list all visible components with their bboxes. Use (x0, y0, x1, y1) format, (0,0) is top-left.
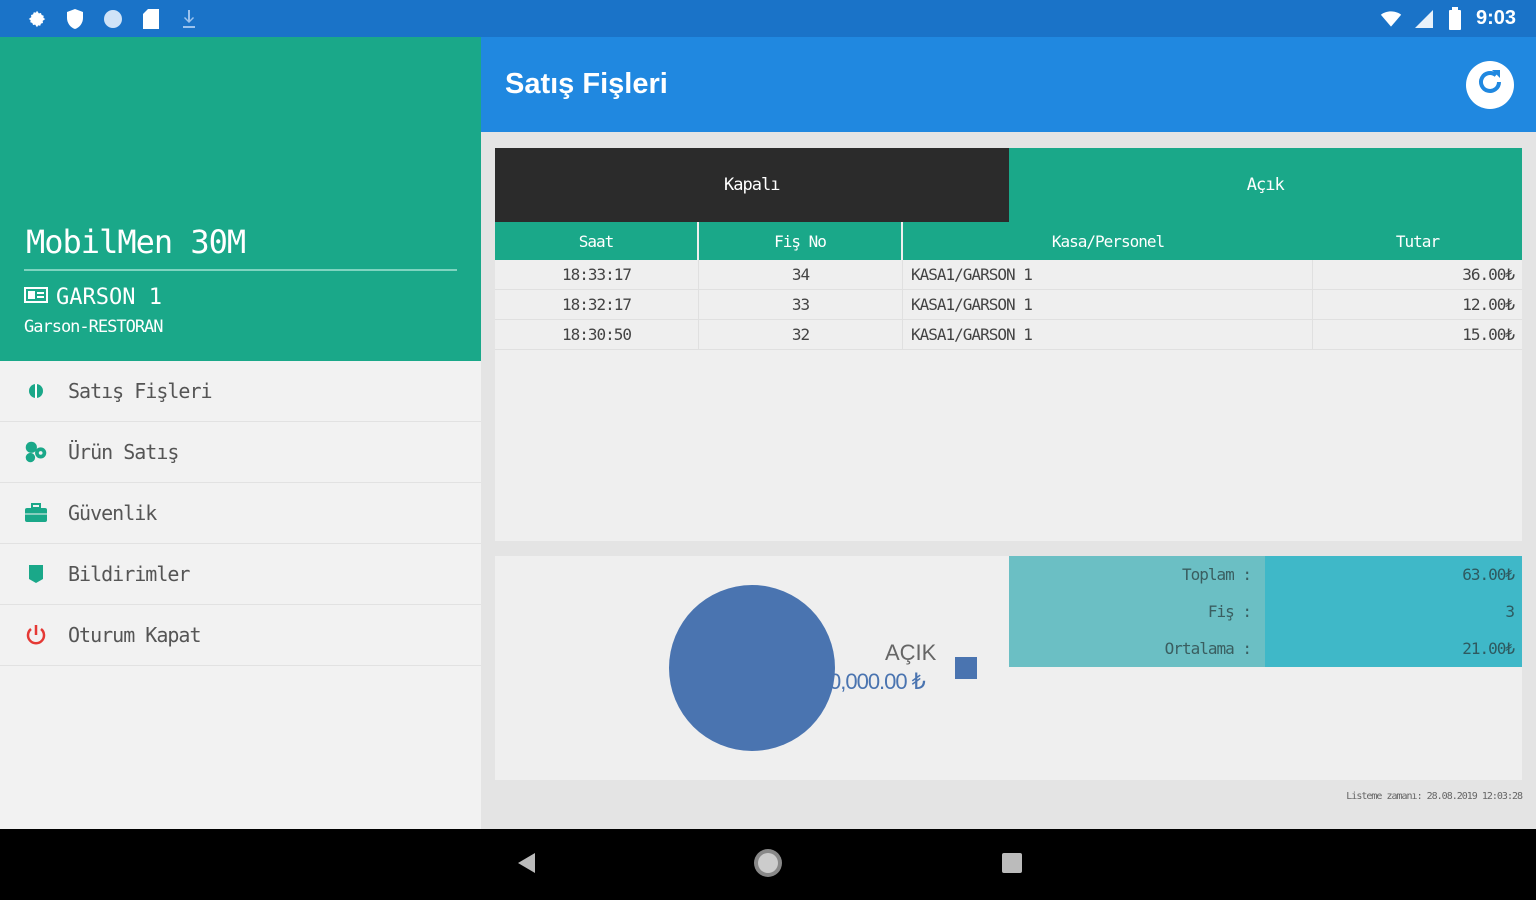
power-icon (22, 621, 50, 649)
stat-row-toplam: Toplam : 63.00₺ (1009, 556, 1522, 593)
wifi-icon (1380, 8, 1402, 30)
page-title: Satış Fişleri (505, 68, 668, 100)
home-icon (752, 847, 784, 884)
summary-card: AÇIK 0,000.00 ₺ Toplam : 63.00₺ Fiş : 3 … (495, 556, 1522, 780)
tabs: Kapalı Açık (495, 148, 1522, 222)
app-bar: Satış Fişleri (481, 37, 1536, 132)
receipts-card: Kapalı Açık Saat Fiş No Kasa/Personel Tu… (495, 148, 1522, 541)
circle-icon (102, 8, 124, 30)
battery-icon (1444, 6, 1466, 30)
stat-label: Ortalama : (1009, 630, 1265, 667)
column-header-tutar[interactable]: Tutar (1313, 222, 1522, 260)
table-header: Saat Fiş No Kasa/Personel Tutar (495, 222, 1522, 260)
cell-tutar: 15.00₺ (1462, 325, 1515, 344)
recents-icon (1001, 852, 1023, 879)
stat-value: 21.00₺ (1265, 630, 1522, 667)
cell-tutar: 36.00₺ (1462, 265, 1515, 284)
home-button[interactable] (752, 847, 784, 884)
drawer-header: MobilMen 30M GARSON 1 Garson-RESTORAN (0, 37, 481, 361)
menu-label: Satış Fişleri (68, 379, 213, 403)
column-header-fis-no[interactable]: Fiş No (699, 222, 903, 260)
list-timestamp: Listeme zamanı: 28.08.2019 12:03:28 (1346, 791, 1523, 802)
user-name: GARSON 1 (56, 285, 162, 310)
status-bar: 9:03 (0, 0, 1536, 37)
legend-label: AÇIK (885, 640, 937, 665)
cell-tutar: 12.00₺ (1462, 295, 1515, 314)
stats-table: Toplam : 63.00₺ Fiş : 3 Ortalama : 21.00… (1009, 556, 1522, 667)
menu-label: Ürün Satış (68, 440, 179, 464)
id-card-icon (24, 285, 48, 310)
cell-fis-no: 34 (699, 260, 903, 289)
cell-saat: 18:33:17 (495, 260, 699, 289)
briefcase-icon (22, 499, 50, 527)
cell-saat: 18:30:50 (495, 320, 699, 349)
stat-label: Fiş : (1009, 593, 1265, 630)
shield-icon (64, 8, 86, 30)
menu-label: Bildirimler (68, 562, 190, 586)
menu-item-guvenlik[interactable]: Güvenlik (0, 483, 481, 544)
legend-value: 0,000.00 ₺ (829, 669, 926, 694)
cell-kasa-personel: KASA1/GARSON 1 (903, 320, 1313, 349)
menu-item-urun-satis[interactable]: Ürün Satış (0, 422, 481, 483)
legend-swatch (955, 657, 977, 679)
menu-item-bildirimler[interactable]: Bildirimler (0, 544, 481, 605)
column-header-saat[interactable]: Saat (495, 222, 699, 260)
stat-row-ortalama: Ortalama : 21.00₺ (1009, 630, 1522, 667)
stat-value: 3 (1265, 593, 1522, 630)
recents-button[interactable] (996, 849, 1028, 881)
pie-slice-acik[interactable] (669, 585, 835, 751)
navigation-drawer: MobilMen 30M GARSON 1 Garson-RESTORAN Sa… (0, 37, 481, 829)
stat-label: Toplam : (1009, 556, 1265, 593)
download-icon (178, 8, 200, 30)
sd-card-icon (140, 8, 162, 30)
status-icons-left (26, 8, 200, 30)
table-row[interactable]: 18:33:17 34 KASA1/GARSON 1 36.00₺ (495, 260, 1522, 290)
notification-icon (22, 560, 50, 588)
menu-label: Oturum Kapat (68, 623, 201, 647)
cell-kasa-personel: KASA1/GARSON 1 (903, 260, 1313, 289)
table-row[interactable]: 18:32:17 33 KASA1/GARSON 1 12.00₺ (495, 290, 1522, 320)
app-name: MobilMen 30M (26, 223, 246, 261)
clock: 9:03 (1475, 7, 1516, 29)
status-icons-right: 9:03 (1380, 6, 1516, 30)
cell-fis-no: 32 (699, 320, 903, 349)
stat-value: 63.00₺ (1265, 556, 1522, 593)
stat-row-fis: Fiş : 3 (1009, 593, 1522, 630)
system-nav-bar (0, 829, 1536, 900)
header-divider (24, 269, 457, 271)
pie-chart-svg (669, 585, 835, 751)
drawer-menu: Satış Fişleri Ürün Satış Güvenlik Bildir… (0, 361, 481, 666)
menu-label: Güvenlik (68, 501, 157, 525)
main-content: Satış Fişleri Kapalı Açık Saat Fiş No Ka… (481, 37, 1536, 829)
back-icon (515, 851, 537, 880)
menu-item-satis-fisleri[interactable]: Satış Fişleri (0, 361, 481, 422)
back-button[interactable] (510, 849, 542, 881)
cell-saat: 18:32:17 (495, 290, 699, 319)
refresh-icon (1472, 64, 1508, 105)
column-header-kasa-personel[interactable]: Kasa/Personel (903, 222, 1313, 260)
cell-kasa-personel: KASA1/GARSON 1 (903, 290, 1313, 319)
refresh-button[interactable] (1466, 60, 1514, 109)
pie-chart: AÇIK 0,000.00 ₺ (495, 556, 1008, 780)
gear-icon (26, 8, 48, 30)
menu-item-oturum-kapat[interactable]: Oturum Kapat (0, 605, 481, 666)
tab-acik[interactable]: Açık (1008, 148, 1522, 222)
user-role: Garson-RESTORAN (24, 317, 164, 337)
table-row[interactable]: 18:30:50 32 KASA1/GARSON 1 15.00₺ (495, 320, 1522, 350)
tab-kapali[interactable]: Kapalı (495, 148, 1009, 222)
cell-fis-no: 33 (699, 290, 903, 319)
receipt-icon (22, 377, 50, 405)
products-icon (22, 438, 50, 466)
signal-icon (1412, 8, 1434, 30)
user-row: GARSON 1 (24, 285, 162, 310)
